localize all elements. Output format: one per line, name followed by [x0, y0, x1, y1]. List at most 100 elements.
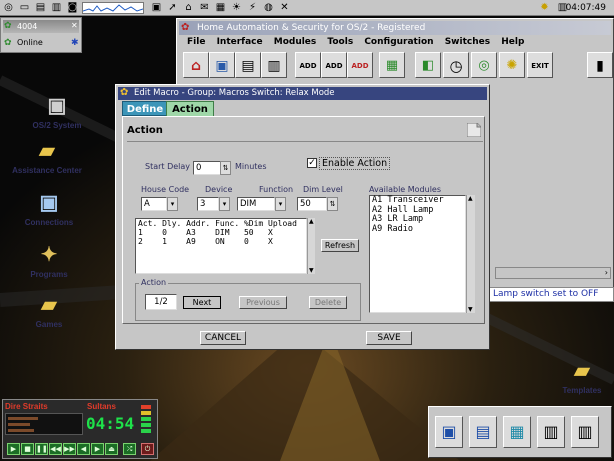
clock-button[interactable]: ◷: [443, 52, 469, 78]
disk-icon[interactable]: ▣: [150, 2, 163, 14]
timer-button[interactable]: ◧: [415, 52, 441, 78]
shuffle-icon: ⤮: [126, 445, 133, 453]
scroll-up-icon[interactable]: ▲: [309, 218, 314, 225]
menu-file[interactable]: File: [187, 37, 205, 47]
floppy-drive-button[interactable]: ▣: [435, 416, 463, 448]
eject-icon: ⏏: [108, 445, 115, 453]
actions-scrollbar[interactable]: ▲ ▼: [307, 218, 315, 274]
desktop-icon-os2-system[interactable]: ▣ OS/2 System: [20, 93, 94, 143]
desktop-icon-label: Programs: [30, 270, 68, 279]
page-fold-icon: [466, 122, 482, 138]
menu-modules[interactable]: Modules: [274, 37, 317, 47]
forward-button[interactable]: ▶: [91, 443, 104, 455]
monitor-button[interactable]: ▥: [261, 52, 287, 78]
dim-level-input[interactable]: 50: [297, 197, 327, 211]
fax-button[interactable]: ▥: [571, 416, 599, 448]
scroll-down-icon[interactable]: ▼: [468, 306, 473, 313]
window-icon[interactable]: ▭: [18, 2, 31, 14]
menu-configuration[interactable]: Configuration: [364, 37, 433, 47]
close-icon[interactable]: ✕: [71, 21, 78, 30]
house-code-select[interactable]: A: [141, 197, 167, 211]
window-list-button[interactable]: ▤: [469, 416, 497, 448]
spin-icon: ⇅: [222, 164, 229, 172]
home-icon[interactable]: ⌂: [182, 2, 195, 14]
menu-switches[interactable]: Switches: [445, 37, 490, 47]
add-macro-button[interactable]: ADD: [347, 52, 373, 78]
page-corner-icon[interactable]: [466, 122, 482, 138]
weather-icon[interactable]: ✹: [538, 2, 551, 14]
cancel-button[interactable]: CANCEL: [200, 331, 246, 345]
globe-icon[interactable]: ◍: [262, 2, 275, 14]
arrow-icon[interactable]: ➚: [166, 2, 179, 14]
scroll-right-icon[interactable]: ›: [605, 268, 608, 277]
desktop-button[interactable]: ▦: [503, 416, 531, 448]
desktop-icon-assistance-center[interactable]: ▰ Assistance Center: [10, 138, 84, 188]
pause-button[interactable]: ❚❚: [35, 443, 48, 455]
print-button[interactable]: ▤: [235, 52, 261, 78]
alarm-button[interactable]: ◎: [471, 52, 497, 78]
house-code-dropdown[interactable]: ▾: [167, 197, 178, 211]
menu-tools[interactable]: Tools: [327, 37, 353, 47]
scroll-down-icon[interactable]: ▼: [309, 267, 314, 274]
tab-action[interactable]: Action: [166, 101, 214, 116]
next-button[interactable]: Next: [183, 296, 221, 309]
calendar-icon[interactable]: ▦: [214, 2, 227, 14]
exit-button[interactable]: EXIT: [527, 52, 553, 78]
scroll-up-icon[interactable]: ▲: [468, 195, 473, 202]
printer-icon[interactable]: ▥: [50, 2, 63, 14]
desktop-icon-connections[interactable]: ▣ Connections: [12, 190, 86, 240]
desktop-icon-programs[interactable]: ✦ Programs: [12, 242, 86, 292]
list-item[interactable]: 1 0 A3 DIM 50 X: [136, 228, 306, 237]
module-item[interactable]: A9 Radio: [370, 224, 465, 235]
player-time: 04:54: [86, 414, 135, 433]
dim-level-spinner[interactable]: ⇅: [327, 197, 338, 211]
help-button[interactable]: ✺: [499, 52, 525, 78]
play-button[interactable]: ▶: [7, 443, 20, 455]
available-modules-list[interactable]: A1 Transceiver A2 Hall Lamp A3 LR Lamp A…: [369, 195, 466, 313]
function-select[interactable]: DIM: [237, 197, 275, 211]
camera-icon[interactable]: ◙: [66, 2, 79, 14]
save-button[interactable]: SAVE: [366, 331, 412, 345]
eject-button[interactable]: ⏏: [105, 443, 118, 455]
stop-button[interactable]: ■: [21, 443, 34, 455]
next-track-button[interactable]: ▶▶: [63, 443, 76, 455]
plug-icon[interactable]: ⚡: [246, 2, 259, 14]
enable-action-checkbox[interactable]: ✓: [307, 158, 317, 168]
home-button[interactable]: ⌂: [183, 52, 209, 78]
refresh-button[interactable]: Refresh: [321, 239, 359, 252]
function-dropdown[interactable]: ▾: [275, 197, 286, 211]
device-dropdown[interactable]: ▾: [219, 197, 230, 211]
desktop-icon-templates[interactable]: ▰ Templates: [545, 358, 614, 408]
horizontal-scrollbar[interactable]: ›: [495, 267, 611, 279]
house-code-label: House Code: [141, 185, 190, 194]
desktop-icon-games[interactable]: ▰ Games: [12, 292, 86, 342]
save-button[interactable]: ▣: [209, 52, 235, 78]
power-button[interactable]: ⏻: [141, 443, 154, 455]
previous-button[interactable]: Previous: [239, 296, 287, 309]
menu-interface[interactable]: Interface: [217, 37, 263, 47]
menu-help[interactable]: Help: [501, 37, 524, 47]
desktop-icon-label: Games: [35, 320, 63, 329]
add-switch-button[interactable]: ADD: [321, 52, 347, 78]
list-item[interactable]: 2 1 A9 ON 0 X: [136, 237, 306, 246]
device-select[interactable]: 3: [197, 197, 219, 211]
printer-button[interactable]: ▥: [537, 416, 565, 448]
lamp-icon[interactable]: ☀: [230, 2, 243, 14]
start-delay-input[interactable]: 0: [193, 161, 221, 175]
macro-actions-list[interactable]: Act. Dly. Addr. Func. %Dim Upload 1 0 A3…: [135, 218, 307, 274]
shuffle-button[interactable]: ⤮: [123, 443, 136, 455]
rewind-button[interactable]: ◀: [77, 443, 90, 455]
os2-logo-icon[interactable]: ◎: [2, 2, 15, 14]
close-icon[interactable]: ✕: [278, 2, 291, 14]
folder-icon[interactable]: ▤: [34, 2, 47, 14]
modules-scrollbar[interactable]: ▲ ▼: [466, 195, 475, 313]
delete-button[interactable]: Delete: [309, 296, 347, 309]
add-module-button[interactable]: ADD: [295, 52, 321, 78]
computer-icon: ▣: [47, 95, 67, 117]
start-delay-spinner[interactable]: ⇅: [220, 161, 231, 175]
module-view-button[interactable]: ▦: [379, 52, 405, 78]
previous-track-button[interactable]: ◀◀: [49, 443, 62, 455]
trash-button[interactable]: ▮: [587, 52, 613, 78]
tab-define[interactable]: Define: [122, 101, 168, 116]
mail-icon[interactable]: ✉: [198, 2, 211, 14]
